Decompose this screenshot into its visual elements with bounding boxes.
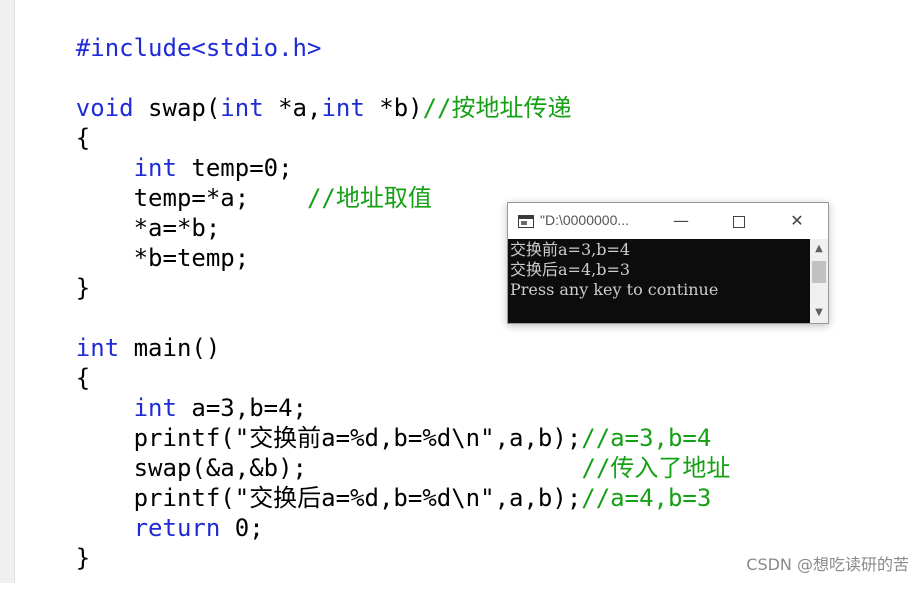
code-text: *a, xyxy=(263,94,322,122)
code-text: 0; xyxy=(220,514,264,542)
close-icon: ✕ xyxy=(790,211,804,230)
code-text: main() xyxy=(119,334,221,362)
minimize-icon: — xyxy=(673,211,689,230)
code-line-14: printf("交换前a=%d,b=%d\n",a,b);//a=3,b=4 xyxy=(18,393,712,452)
code-text: *b=temp; xyxy=(75,244,250,272)
code-line-9: } xyxy=(18,243,90,302)
code-line-5: int temp=0; xyxy=(18,123,293,182)
console-titlebar[interactable]: "D:\0000000... — ✕ xyxy=(508,203,828,239)
keyword: return xyxy=(133,514,221,542)
console-title: "D:\0000000... xyxy=(540,212,630,228)
code-text: } xyxy=(75,274,91,302)
scroll-down-icon[interactable]: ▼ xyxy=(810,305,828,321)
console-output-area[interactable]: 交换前a=3,b=4 交换后a=4,b=3 Press any key to c… xyxy=(508,239,810,323)
code-line-8: *b=temp; xyxy=(18,213,250,272)
watermark: CSDN @想吃读研的苦 xyxy=(746,555,909,574)
code-text: swap( xyxy=(133,94,221,122)
editor-gutter xyxy=(0,0,15,583)
code-line-15: swap(&a,&b); //传入了地址 xyxy=(18,423,731,482)
code-comment: //地址取值 xyxy=(306,184,432,212)
scroll-thumb[interactable] xyxy=(812,261,826,283)
console-output-line: 交换前a=3,b=4 xyxy=(510,240,631,259)
code-text: } xyxy=(75,544,91,572)
code-line-12: { xyxy=(18,333,90,392)
code-line-16: printf("交换后a=%d,b=%d\n",a,b);//a=4,b=3 xyxy=(18,453,712,512)
scroll-up-icon[interactable]: ▲ xyxy=(810,241,828,257)
console-output-line: Press any key to continue xyxy=(510,280,719,299)
code-text: *b) xyxy=(364,94,423,122)
console-scrollbar[interactable]: ▲ ▼ xyxy=(810,239,828,323)
maximize-icon xyxy=(733,215,745,228)
preprocessor-include: #include<stdio.h> xyxy=(75,34,322,62)
code-line-1: #include<stdio.h> xyxy=(18,3,322,62)
minimize-button[interactable]: — xyxy=(658,203,704,239)
maximize-button[interactable] xyxy=(716,203,762,239)
code-comment: //a=4,b=3 xyxy=(581,484,712,512)
console-window[interactable]: "D:\0000000... — ✕ 交换前a=3,b=4 交换后a=4,b=3… xyxy=(507,202,829,324)
code-line-17: return 0; xyxy=(18,483,264,542)
code-line-13: int a=3,b=4; xyxy=(18,363,307,422)
code-line-7: *a=*b; xyxy=(18,183,221,242)
close-button[interactable]: ✕ xyxy=(774,203,820,239)
code-line-4: { xyxy=(18,93,90,152)
console-output-line: 交换后a=4,b=3 xyxy=(510,260,631,279)
code-line-3: void swap(int *a,int *b)//按地址传递 xyxy=(18,63,572,122)
code-line-18: } xyxy=(18,513,90,572)
console-app-icon xyxy=(518,215,534,228)
code-line-11: int main() xyxy=(18,303,221,362)
keyword: int xyxy=(220,94,264,122)
keyword: int xyxy=(321,94,365,122)
code-comment: //按地址传递 xyxy=(422,94,572,122)
code-line-6: temp=*a; //地址取值 xyxy=(18,153,432,212)
